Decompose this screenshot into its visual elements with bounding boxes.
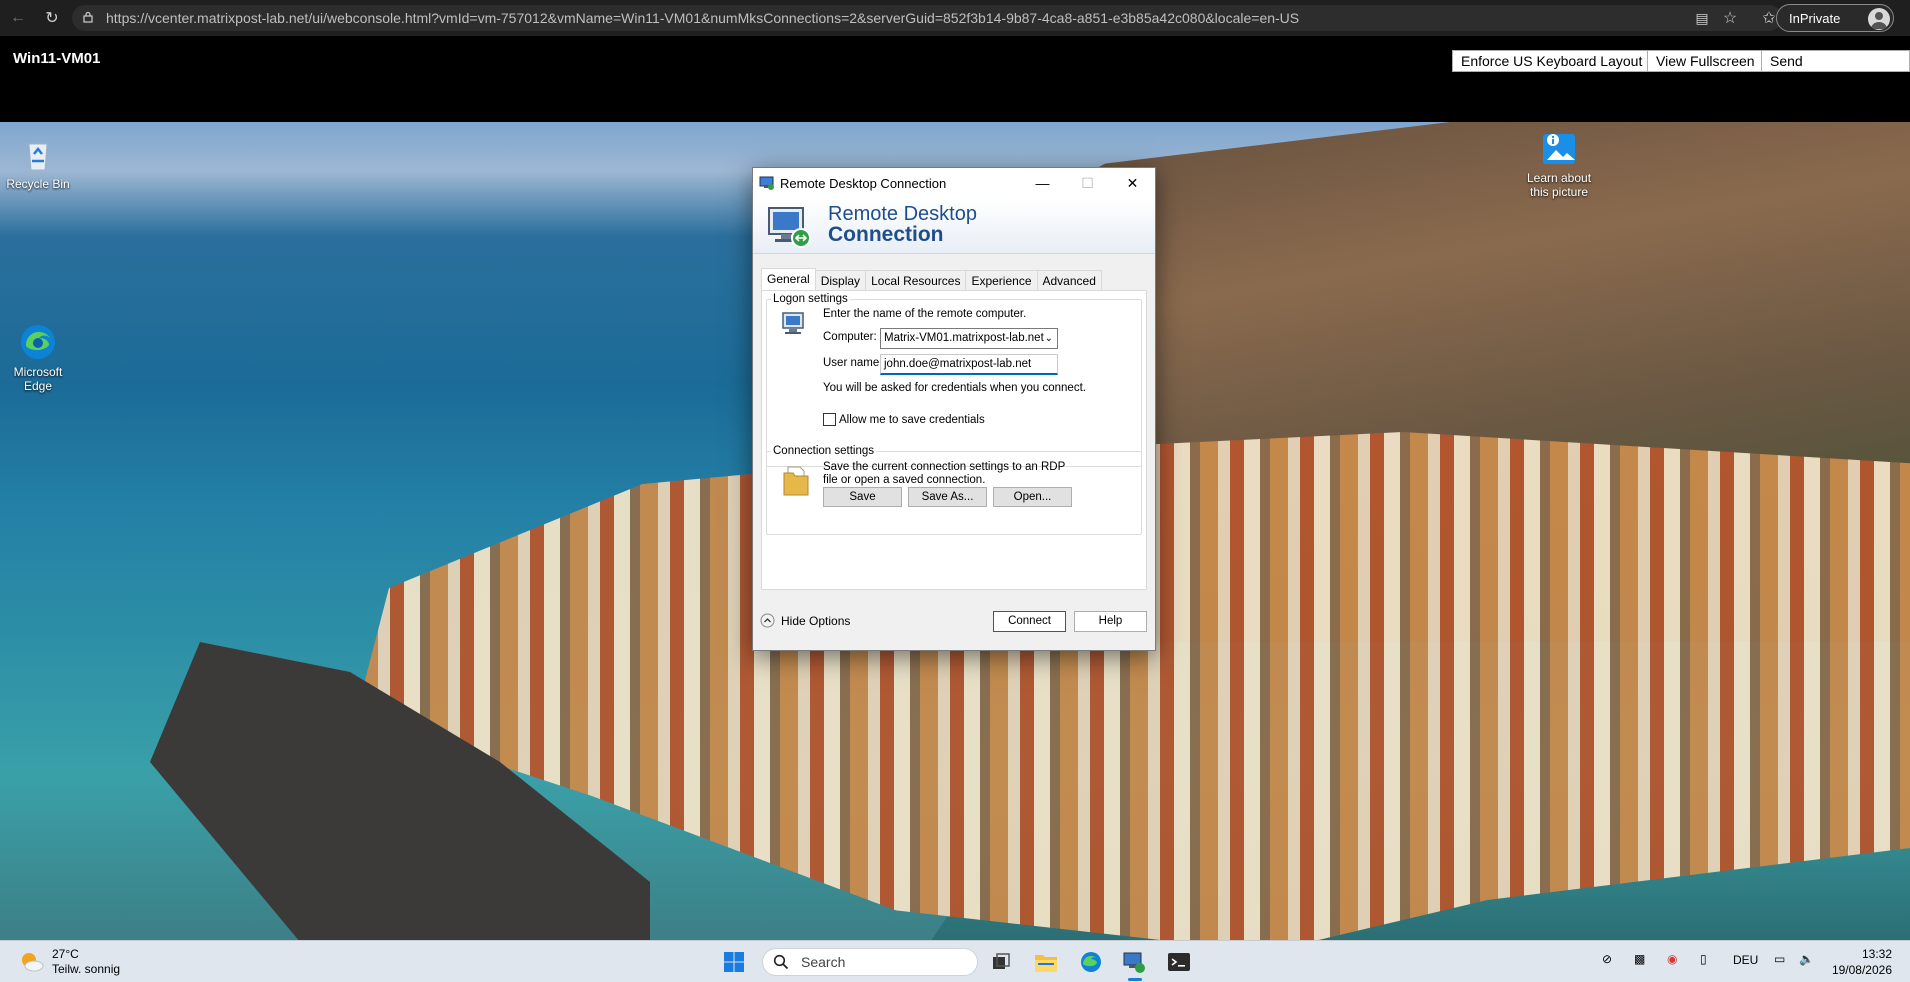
- task-view-icon[interactable]: [988, 949, 1014, 975]
- computer-value: Matrix-VM01.matrixpost-lab.net: [884, 332, 1044, 344]
- browser-toolbar: ← ↻ https://vcenter.matrixpost-lab.net/u…: [0, 0, 1910, 36]
- windows-logo-icon: [724, 952, 744, 972]
- enforce-us-keyboard-button[interactable]: Enforce US Keyboard Layout: [1452, 50, 1652, 72]
- file-explorer-icon[interactable]: [1033, 949, 1059, 975]
- save-button[interactable]: Save: [823, 487, 902, 507]
- logon-instruction: Enter the name of the remote computer.: [823, 308, 1027, 320]
- connection-description: Save the current connection settings to …: [823, 461, 1066, 486]
- edge-icon: [18, 322, 58, 362]
- battery-icon[interactable]: ▯: [1700, 952, 1707, 966]
- network-icon[interactable]: ▩: [1634, 952, 1645, 966]
- desktop-icon-label: Microsoft Edge: [13, 365, 63, 393]
- clock-time: 13:32: [1861, 947, 1892, 961]
- inprivate-label: InPrivate: [1789, 10, 1841, 26]
- connect-button[interactable]: Connect: [993, 611, 1066, 632]
- remote-computer-icon: [768, 207, 811, 248]
- tab-experience[interactable]: Experience: [965, 270, 1038, 291]
- logon-settings-legend: Logon settings: [773, 293, 848, 305]
- site-info-icon[interactable]: [82, 11, 94, 23]
- desktop-icon-label: Learn about this picture: [1526, 171, 1592, 199]
- taskbar: 27°C Teilw. sonnig Search ⊘ ▩ ◉ ▯ DEU ▭ …: [0, 940, 1910, 982]
- search-placeholder: Search: [801, 954, 846, 970]
- chevron-down-icon[interactable]: ⌄: [1045, 329, 1053, 348]
- weather-temp: 27°C: [52, 947, 79, 961]
- remote-desktop-taskbar-icon[interactable]: [1121, 949, 1147, 975]
- rdc-tabs: General Display Local Resources Experien…: [761, 268, 1102, 291]
- tab-display[interactable]: Display: [814, 270, 867, 291]
- rdc-app-icon: [759, 176, 774, 190]
- rdc-title: Remote Desktop Connection: [780, 175, 947, 191]
- weather-widget[interactable]: 27°C Teilw. sonnig: [18, 947, 120, 977]
- save-as-button[interactable]: Save As...: [908, 487, 987, 507]
- weather-desc: Teilw. sonnig: [52, 962, 121, 976]
- favorite-star-icon[interactable]: ☆: [1716, 4, 1744, 32]
- vm-title: Win11-VM01: [13, 50, 101, 67]
- active-app-indicator: [1128, 978, 1142, 981]
- computer-label: Computer:: [823, 331, 877, 343]
- tab-panel-general: Logon settings Enter the name of the rem…: [761, 290, 1147, 590]
- send-ctrl-alt-delete-button[interactable]: Send Ctrl+Alt+Delete: [1761, 50, 1910, 89]
- credentials-note: You will be asked for credentials when y…: [823, 382, 1086, 394]
- hidden-eye-icon[interactable]: ⊘: [1602, 952, 1612, 966]
- username-input[interactable]: john.doe@matrixpost-lab.net: [880, 354, 1058, 375]
- computer-icon: [782, 312, 804, 334]
- language-indicator[interactable]: DEU: [1733, 953, 1758, 967]
- back-icon[interactable]: ←: [4, 4, 32, 32]
- desktop-icon-recycle-bin[interactable]: Recycle Bin: [0, 134, 76, 191]
- url-text: https://vcenter.matrixpost-lab.net/ui/we…: [106, 10, 1300, 26]
- open-button[interactable]: Open...: [993, 487, 1072, 507]
- banner-title-line2: Connection: [828, 223, 944, 246]
- address-bar[interactable]: https://vcenter.matrixpost-lab.net/ui/we…: [72, 5, 1782, 31]
- volume-icon[interactable]: 🔈: [1799, 952, 1814, 966]
- clock-date: 19/08/2026: [1831, 963, 1892, 977]
- terminal-icon[interactable]: [1166, 949, 1192, 975]
- desktop-icon-learn-about-picture[interactable]: Learn about this picture: [1521, 128, 1597, 199]
- start-button[interactable]: [721, 949, 747, 975]
- taskbar-search[interactable]: Search: [762, 948, 978, 976]
- security-icon[interactable]: ◉: [1667, 952, 1677, 966]
- tab-local-resources[interactable]: Local Resources: [865, 270, 967, 291]
- hide-options-label: Hide Options: [781, 613, 851, 628]
- username-value: john.doe@matrixpost-lab.net: [884, 358, 1032, 370]
- display-icon[interactable]: ▭: [1774, 952, 1785, 966]
- rdc-banner: Remote Desktop Connection: [753, 198, 1155, 254]
- tab-general[interactable]: General: [761, 268, 816, 290]
- save-credentials-checkbox[interactable]: [823, 413, 836, 426]
- minimize-button[interactable]: —: [1020, 168, 1065, 198]
- view-fullscreen-button[interactable]: View Fullscreen: [1647, 50, 1764, 72]
- maximize-button: ☐: [1081, 174, 1094, 191]
- learn-about-picture-icon: [1539, 128, 1579, 168]
- tab-advanced[interactable]: Advanced: [1036, 270, 1102, 291]
- close-button[interactable]: ✕: [1110, 168, 1155, 198]
- username-label: User name:: [823, 357, 883, 369]
- desktop-icon-label: Recycle Bin: [6, 177, 70, 191]
- search-icon: [773, 954, 789, 970]
- recycle-bin-icon: [18, 134, 58, 174]
- inprivate-badge[interactable]: InPrivate: [1776, 4, 1894, 32]
- connection-settings-legend: Connection settings: [773, 445, 875, 457]
- folder-icon: [783, 466, 809, 496]
- console-header: Win11-VM01 Enforce US Keyboard Layout Vi…: [0, 36, 1910, 122]
- clock[interactable]: 13:32 19/08/2026: [1826, 946, 1892, 978]
- desktop-icon-edge[interactable]: Microsoft Edge: [0, 322, 76, 393]
- refresh-icon[interactable]: ↻: [38, 4, 66, 32]
- rdc-titlebar[interactable]: Remote Desktop Connection — ☐ ✕: [753, 168, 1155, 198]
- chevron-up-icon: [760, 613, 775, 628]
- save-credentials-label: Allow me to save credentials: [839, 414, 985, 426]
- computer-combobox[interactable]: Matrix-VM01.matrixpost-lab.net ⌄: [880, 328, 1058, 349]
- avatar: [1868, 8, 1890, 30]
- reading-view-icon[interactable]: ▤: [1688, 4, 1716, 32]
- help-button[interactable]: Help: [1074, 611, 1147, 632]
- hide-options-toggle[interactable]: Hide Options: [760, 613, 850, 628]
- weather-sun-icon: [22, 953, 44, 972]
- edge-taskbar-icon[interactable]: [1078, 949, 1104, 975]
- rdc-dialog: Remote Desktop Connection — ☐ ✕ Remote D…: [752, 167, 1156, 651]
